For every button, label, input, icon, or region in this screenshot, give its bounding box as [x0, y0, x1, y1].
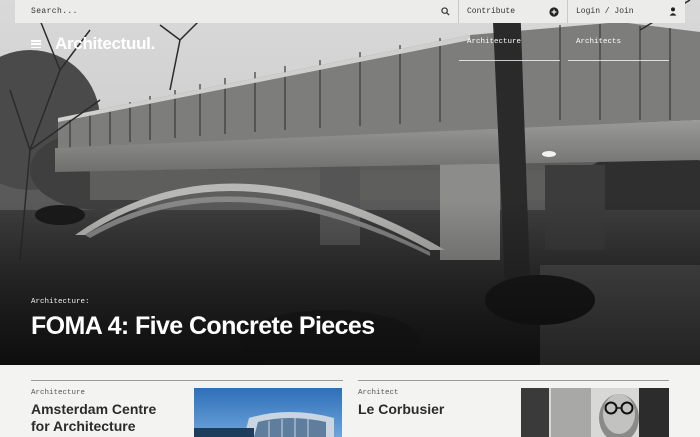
hero-kicker: Architecture: [31, 298, 90, 306]
site-logo[interactable]: Architectuul. [55, 34, 155, 54]
nav-link-architecture[interactable]: Architecture [467, 38, 521, 46]
contribute-label: Contribute [467, 7, 516, 16]
search-bar[interactable] [15, 0, 459, 23]
hero-banner[interactable]: Contribute Login / Join Architectuul. Ar… [0, 0, 700, 365]
brand: Architectuul. [31, 34, 155, 54]
card-title[interactable]: Amsterdam Centre for Architecture [31, 401, 156, 435]
card-title[interactable]: Le Corbusier [358, 401, 444, 418]
hamburger-menu-icon[interactable] [31, 40, 41, 48]
login-join-label: Login / Join [576, 7, 634, 16]
card-thumbnail[interactable] [521, 388, 669, 437]
card-kicker: Architecture [31, 389, 86, 397]
card-le-corbusier[interactable]: Architect Le Corbusier [358, 380, 669, 437]
card-title-line: for Architecture [31, 418, 136, 434]
card-divider [31, 380, 343, 381]
card-kicker: Architect [358, 389, 399, 397]
hero-title[interactable]: FOMA 4: Five Concrete Pieces [31, 312, 375, 341]
portrait-photo [521, 388, 669, 437]
nav-link-architects[interactable]: Architects [576, 38, 621, 46]
login-join-button[interactable]: Login / Join [568, 0, 685, 23]
nav-underline-architects [568, 60, 669, 61]
nav-underline-architecture [459, 60, 560, 61]
card-divider [358, 380, 669, 381]
search-icon[interactable] [441, 7, 450, 16]
card-thumbnail[interactable] [194, 388, 342, 437]
card-title-line: Le Corbusier [358, 401, 445, 417]
hero-photo [0, 0, 700, 365]
top-utility-bar: Contribute Login / Join [15, 0, 685, 23]
card-title-line: Amsterdam Centre [31, 401, 157, 417]
building-photo [194, 388, 342, 437]
search-input[interactable] [31, 7, 411, 16]
user-icon [669, 7, 677, 16]
plus-circle-icon [549, 6, 559, 17]
contribute-button[interactable]: Contribute [459, 0, 568, 23]
card-amsterdam-centre[interactable]: Architecture Amsterdam Centre for Archit… [31, 380, 343, 437]
